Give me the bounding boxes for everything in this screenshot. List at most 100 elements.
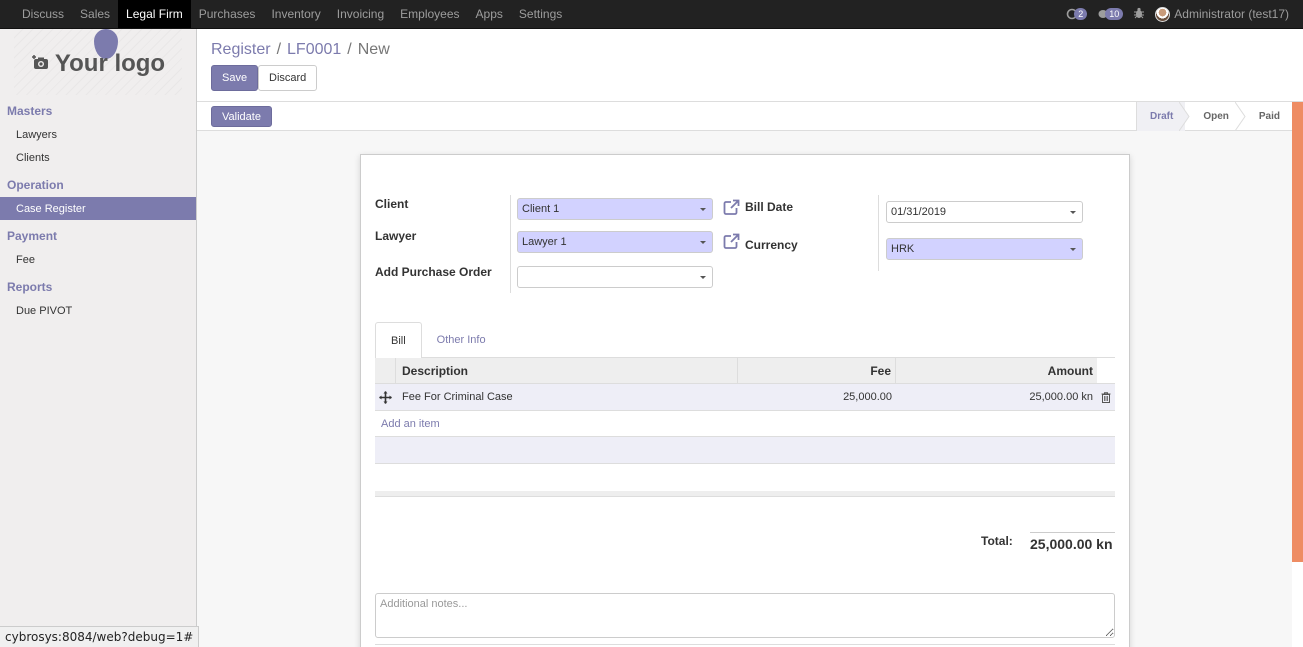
breadcrumb-separator: / bbox=[276, 41, 282, 58]
activity-count-badge: 2 bbox=[1074, 8, 1088, 20]
total-value: 25,000.00 kn bbox=[1030, 536, 1113, 552]
vertical-scrollbar[interactable] bbox=[1292, 102, 1303, 562]
debug-button[interactable] bbox=[1133, 7, 1145, 22]
systray: 2 10 Administrator (test17) bbox=[1066, 0, 1303, 28]
currency-select[interactable]: HRK bbox=[886, 238, 1083, 260]
menu-settings[interactable]: Settings bbox=[511, 0, 570, 28]
form-statusbar: Validate Draft Open Paid bbox=[197, 102, 1292, 131]
step-open-label: Open bbox=[1203, 111, 1229, 122]
drag-handle-icon[interactable] bbox=[375, 390, 396, 404]
notebook-tabs: Bill Other Info bbox=[375, 322, 1115, 359]
menu-discuss[interactable]: Discuss bbox=[14, 0, 72, 28]
caret-down-icon bbox=[1070, 211, 1076, 214]
section-operation: Operation bbox=[7, 178, 64, 192]
sidebar-item-clients[interactable]: Clients bbox=[0, 146, 196, 169]
sidebar-item-case-register[interactable]: Case Register bbox=[0, 197, 196, 220]
caret-down-icon bbox=[1070, 248, 1076, 251]
messages-button[interactable]: 10 bbox=[1097, 8, 1124, 20]
bill-date-value: 01/31/2019 bbox=[891, 206, 947, 218]
notes-divider bbox=[375, 644, 1115, 645]
lawyer-select[interactable]: Lawyer 1 bbox=[517, 231, 713, 253]
menu-sales[interactable]: Sales bbox=[72, 0, 118, 28]
caret-down-icon bbox=[700, 241, 706, 244]
logo-text: Your logo bbox=[54, 50, 166, 77]
browser-status-url: cybrosys:8084/web?debug=1# bbox=[0, 626, 200, 647]
sidebar: Your logo Masters Lawyers Clients Operat… bbox=[0, 29, 197, 647]
external-link-icon[interactable] bbox=[723, 233, 740, 250]
chevron-right-icon bbox=[1234, 102, 1246, 131]
table-header: Description Fee Amount bbox=[375, 358, 1115, 384]
column-amount[interactable]: Amount bbox=[896, 358, 1097, 383]
breadcrumb-register[interactable]: Register bbox=[211, 41, 271, 59]
column-description[interactable]: Description bbox=[396, 358, 738, 383]
breadcrumb-record[interactable]: LF0001 bbox=[287, 41, 341, 59]
sidebar-item-due-pivot[interactable]: Due PIVOT bbox=[0, 299, 196, 322]
section-reports: Reports bbox=[7, 280, 53, 294]
row-amount: 25,000.00 kn bbox=[1029, 391, 1093, 403]
bill-lines-table: Description Fee Amount Fee For Criminal … bbox=[375, 358, 1115, 464]
horizontal-scrollbar[interactable] bbox=[375, 491, 1115, 497]
client-label: Client bbox=[375, 197, 409, 211]
form-sheet: Client Lawyer Add Purchase Order Client … bbox=[360, 154, 1130, 647]
activity-button[interactable]: 2 bbox=[1066, 8, 1088, 20]
currency-value: HRK bbox=[891, 243, 915, 255]
lawyer-label: Lawyer bbox=[375, 229, 417, 243]
breadcrumb: Register / LF0001 / New bbox=[211, 41, 390, 59]
validate-button[interactable]: Validate bbox=[211, 106, 272, 127]
currency-label: Currency bbox=[745, 238, 798, 252]
step-draft-label: Draft bbox=[1149, 111, 1174, 122]
total-label: Total: bbox=[981, 534, 1013, 548]
external-link-icon[interactable] bbox=[723, 199, 740, 216]
status-steps: Draft Open Paid bbox=[1135, 102, 1292, 131]
breadcrumb-current: New bbox=[357, 41, 390, 58]
avatar bbox=[1155, 6, 1171, 22]
additional-notes-input[interactable] bbox=[375, 593, 1115, 638]
menu-inventory[interactable]: Inventory bbox=[263, 0, 328, 28]
caret-down-icon bbox=[700, 208, 706, 211]
control-panel: Register / LF0001 / New Save Discard bbox=[197, 29, 1303, 102]
row-fee: 25,000.00 bbox=[843, 391, 892, 403]
step-draft[interactable]: Draft bbox=[1136, 102, 1190, 131]
field-divider bbox=[878, 195, 879, 271]
menu-purchases[interactable]: Purchases bbox=[191, 0, 264, 28]
lawyer-value: Lawyer 1 bbox=[522, 236, 567, 248]
menu-employees[interactable]: Employees bbox=[392, 0, 467, 28]
total-divider bbox=[1030, 532, 1115, 533]
purchase-order-select[interactable] bbox=[517, 266, 713, 288]
bill-date-label: Bill Date bbox=[745, 200, 794, 214]
column-fee[interactable]: Fee bbox=[738, 358, 896, 383]
step-paid-label: Paid bbox=[1258, 111, 1280, 122]
bill-date-input[interactable]: 01/31/2019 bbox=[886, 201, 1083, 223]
discard-button[interactable]: Discard bbox=[258, 65, 318, 91]
client-value: Client 1 bbox=[522, 203, 560, 215]
app-menu: Discuss Sales Legal Firm Purchases Inven… bbox=[0, 0, 570, 28]
row-description: Fee For Criminal Case bbox=[402, 391, 513, 403]
menu-invoicing[interactable]: Invoicing bbox=[329, 0, 392, 28]
section-masters: Masters bbox=[7, 104, 53, 118]
top-navbar: Discuss Sales Legal Firm Purchases Inven… bbox=[0, 0, 1303, 29]
add-item-link[interactable]: Add an item bbox=[375, 411, 1115, 437]
section-payment: Payment bbox=[7, 229, 58, 243]
step-open[interactable]: Open bbox=[1185, 102, 1246, 131]
tab-other-info[interactable]: Other Info bbox=[422, 322, 501, 358]
bug-icon bbox=[1134, 7, 1145, 18]
user-menu[interactable]: Administrator (test17) bbox=[1155, 6, 1289, 22]
camera-icon bbox=[31, 54, 49, 75]
table-row[interactable]: Fee For Criminal Case 25,000.00 25,000.0… bbox=[375, 384, 1115, 411]
sidebar-item-lawyers[interactable]: Lawyers bbox=[0, 123, 196, 146]
chevron-right-icon bbox=[1179, 102, 1190, 131]
caret-down-icon bbox=[700, 276, 706, 279]
empty-row bbox=[375, 437, 1115, 464]
tab-bill[interactable]: Bill bbox=[375, 322, 422, 359]
step-paid[interactable]: Paid bbox=[1241, 102, 1292, 131]
client-select[interactable]: Client 1 bbox=[517, 198, 713, 220]
breadcrumb-separator: / bbox=[347, 41, 352, 58]
trash-icon[interactable] bbox=[1097, 391, 1115, 403]
messages-count-badge: 10 bbox=[1105, 8, 1124, 20]
sidebar-item-fee[interactable]: Fee bbox=[0, 248, 196, 271]
company-logo[interactable]: Your logo bbox=[14, 29, 182, 95]
menu-apps[interactable]: Apps bbox=[468, 0, 511, 28]
menu-legal-firm[interactable]: Legal Firm bbox=[118, 0, 191, 28]
save-button[interactable]: Save bbox=[211, 65, 259, 91]
purchase-order-label: Add Purchase Order bbox=[375, 265, 492, 279]
